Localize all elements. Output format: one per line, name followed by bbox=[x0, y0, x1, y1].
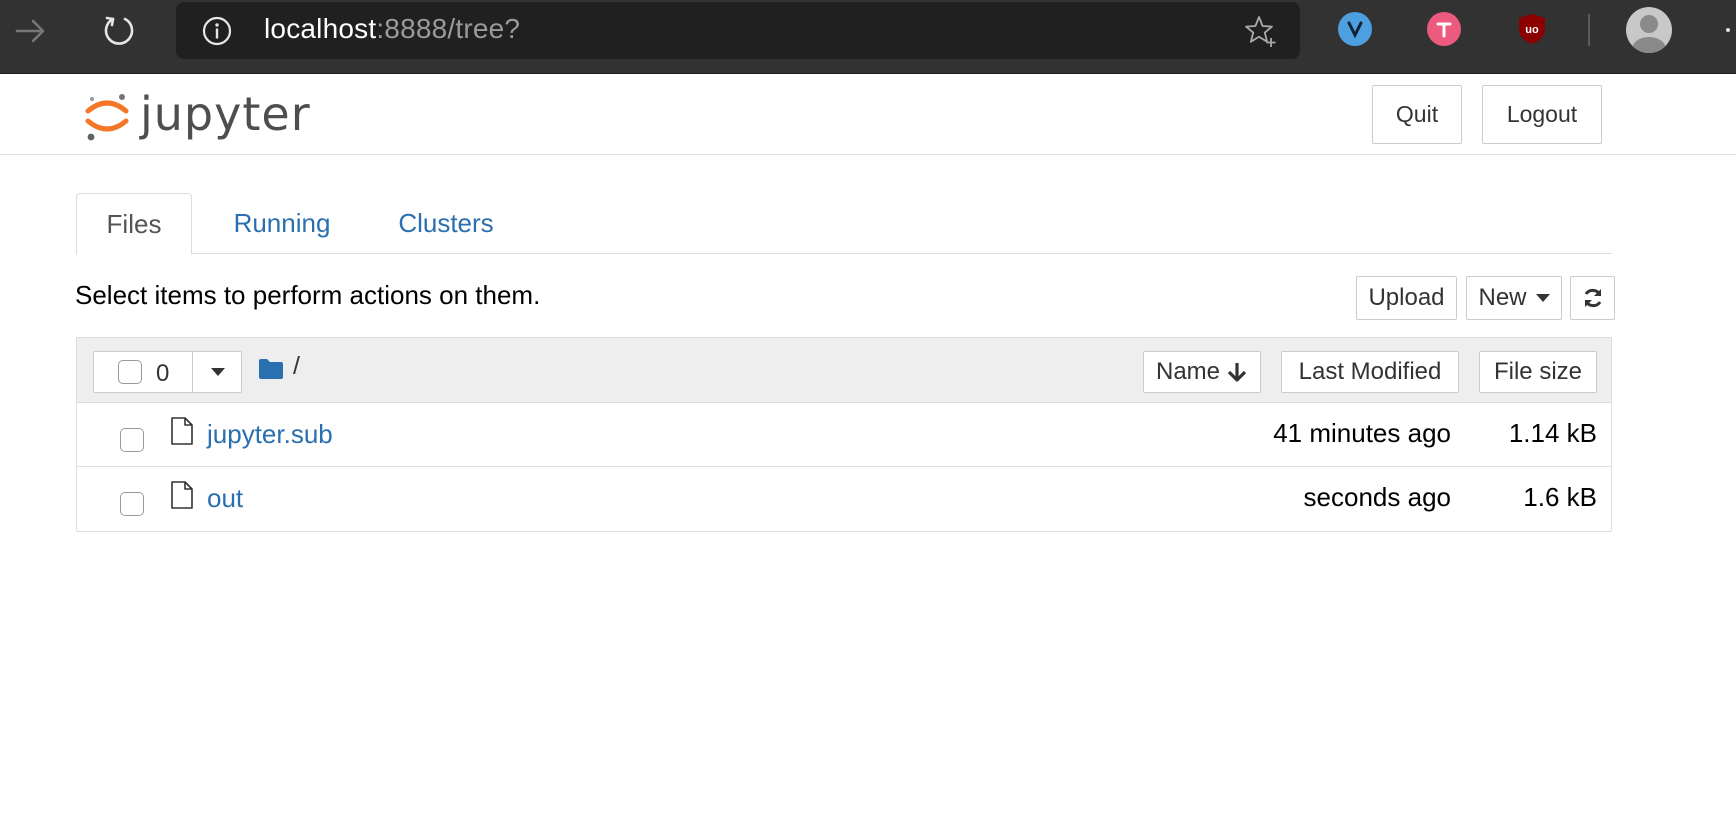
file-modified: seconds ago bbox=[1303, 482, 1451, 512]
row-checkbox[interactable] bbox=[120, 428, 144, 452]
tab-running[interactable]: Running bbox=[212, 193, 352, 254]
file-name-link[interactable]: jupyter.sub bbox=[207, 419, 333, 450]
sort-name-label: Name bbox=[1155, 358, 1221, 385]
forward-arrow-icon bbox=[15, 19, 45, 43]
todoist-extension-icon[interactable] bbox=[1427, 12, 1461, 46]
breadcrumb[interactable]: / bbox=[293, 352, 300, 381]
svg-text:uo: uo bbox=[1525, 24, 1539, 36]
sort-size-button[interactable]: File size bbox=[1479, 351, 1597, 393]
tab-clusters[interactable]: Clusters bbox=[380, 193, 512, 254]
url-text[interactable]: localhost:8888/tree? bbox=[264, 13, 520, 45]
tab-bar: Files Running Clusters bbox=[76, 193, 1612, 255]
quit-button[interactable]: Quit bbox=[1372, 85, 1462, 144]
toolbar-divider bbox=[1588, 14, 1590, 46]
url-host: localhost bbox=[264, 13, 377, 44]
file-modified: 41 minutes ago bbox=[1273, 418, 1451, 448]
selected-count: 0 bbox=[156, 360, 170, 387]
refresh-button[interactable] bbox=[1570, 276, 1615, 320]
reload-icon bbox=[104, 16, 134, 45]
upload-button[interactable]: Upload bbox=[1356, 276, 1457, 320]
logout-button[interactable]: Logout bbox=[1482, 85, 1602, 144]
caret-down-icon bbox=[1535, 294, 1550, 302]
select-all-group: 0 bbox=[93, 351, 242, 393]
refresh-icon bbox=[1584, 288, 1601, 308]
file-size: 1.14 kB bbox=[1508, 418, 1597, 448]
file-icon bbox=[171, 481, 193, 509]
jupyter-logo[interactable]: jupyter bbox=[84, 85, 310, 145]
new-button[interactable]: New bbox=[1466, 276, 1562, 320]
jupyter-logo-icon bbox=[85, 94, 129, 141]
row-checkbox[interactable] bbox=[120, 492, 144, 516]
info-icon[interactable] bbox=[202, 16, 232, 46]
file-list-header: 0 / Name Last Modified File size bbox=[77, 338, 1611, 403]
browser-toolbar: localhost:8888/tree? uo bbox=[0, 0, 1736, 74]
address-bar[interactable]: localhost:8888/tree? bbox=[176, 2, 1300, 59]
file-row[interactable]: out seconds ago 1.6 kB bbox=[77, 467, 1611, 531]
reload-button[interactable] bbox=[98, 10, 140, 52]
jupyter-logo-text: jupyter bbox=[140, 87, 311, 141]
vivaldi-extension-icon[interactable] bbox=[1338, 12, 1372, 46]
select-dropdown-button[interactable] bbox=[192, 351, 242, 393]
folder-icon[interactable] bbox=[258, 358, 284, 380]
star-add-icon[interactable] bbox=[1244, 14, 1278, 48]
jupyter-header: jupyter Quit Logout bbox=[0, 75, 1736, 155]
arrow-down-icon bbox=[1227, 363, 1247, 382]
new-button-label: New bbox=[1478, 284, 1527, 311]
url-path: :8888/tree? bbox=[376, 13, 521, 44]
file-icon bbox=[171, 417, 193, 445]
profile-avatar-icon[interactable] bbox=[1626, 7, 1672, 53]
file-list: 0 / Name Last Modified File size jupyter… bbox=[76, 337, 1612, 532]
select-all-checkbox[interactable] bbox=[118, 360, 142, 384]
ublock-extension-icon[interactable]: uo bbox=[1515, 12, 1549, 46]
file-name-link[interactable]: out bbox=[207, 483, 243, 514]
browser-menu-icon[interactable] bbox=[1726, 28, 1730, 32]
selection-hint: Select items to perform actions on them. bbox=[75, 280, 541, 310]
sort-name-button[interactable]: Name bbox=[1143, 351, 1261, 393]
tab-files[interactable]: Files bbox=[76, 193, 192, 255]
sort-modified-button[interactable]: Last Modified bbox=[1281, 351, 1459, 393]
caret-down-icon bbox=[210, 368, 225, 376]
forward-button[interactable] bbox=[10, 10, 52, 52]
file-row[interactable]: jupyter.sub 41 minutes ago 1.14 kB bbox=[77, 403, 1611, 467]
file-size: 1.6 kB bbox=[1523, 482, 1597, 512]
